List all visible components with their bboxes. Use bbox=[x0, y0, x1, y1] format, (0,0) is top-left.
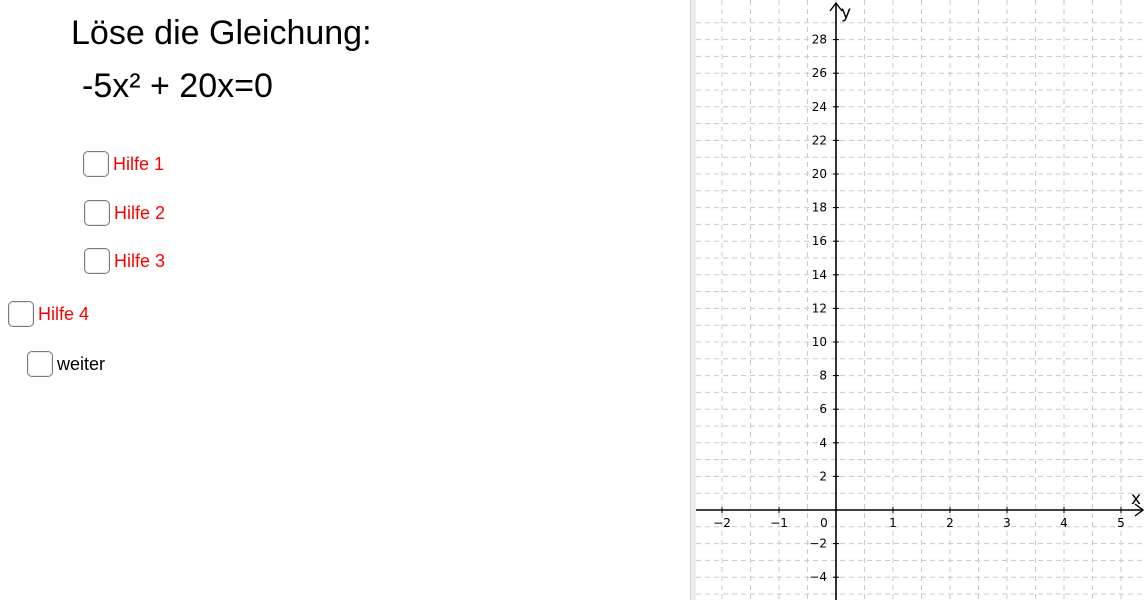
y-tick-label: −4 bbox=[809, 570, 827, 584]
y-tick-label: 14 bbox=[812, 268, 827, 282]
task-title: Löse die Gleichung: bbox=[71, 14, 372, 52]
y-tick-label: 8 bbox=[819, 369, 827, 383]
checkbox-hilfe-1[interactable]: Hilfe 1 bbox=[83, 151, 164, 177]
checkbox-box[interactable] bbox=[84, 200, 110, 226]
x-tick-label: 3 bbox=[1003, 516, 1011, 530]
y-tick-label: 4 bbox=[819, 436, 827, 450]
checkbox-label[interactable]: Hilfe 2 bbox=[114, 203, 165, 224]
y-axis-label: y bbox=[841, 3, 851, 23]
checkbox-hilfe-3[interactable]: Hilfe 3 bbox=[84, 248, 165, 274]
x-tick-label: −2 bbox=[713, 516, 731, 530]
y-tick-label: −2 bbox=[809, 537, 827, 551]
checkbox-label[interactable]: Hilfe 4 bbox=[38, 304, 89, 325]
coordinate-system[interactable]: xy−2 −1 0 1 2 3 4 5246810121416182022242628−2−4 bbox=[696, 0, 1145, 600]
y-tick-label: 28 bbox=[812, 33, 827, 47]
y-tick-label: 18 bbox=[812, 201, 827, 215]
graphics-view[interactable]: x y −2 −1 0 1 2 3 4 5 2 4 6 8 10 12 14 16 18 20 22 24 26 28 −2 −4 bbox=[696, 0, 1145, 600]
x-tick-label: 5 bbox=[1117, 516, 1125, 530]
y-tick-label: 26 bbox=[812, 66, 827, 80]
y-tick-label: 24 bbox=[812, 100, 827, 114]
x-tick-label: 0 bbox=[820, 516, 828, 530]
y-tick-label: 6 bbox=[819, 402, 827, 416]
checkbox-box[interactable] bbox=[84, 248, 110, 274]
checkbox-label[interactable]: weiter bbox=[57, 354, 105, 375]
x-axis-label: x bbox=[1131, 489, 1141, 509]
y-tick-label: 20 bbox=[812, 167, 827, 181]
x-tick-label: 4 bbox=[1060, 516, 1068, 530]
checkbox-box[interactable] bbox=[27, 351, 53, 377]
y-tick-label: 16 bbox=[812, 234, 827, 248]
checkbox-box[interactable] bbox=[8, 301, 34, 327]
checkbox-hilfe-2[interactable]: Hilfe 2 bbox=[84, 200, 165, 226]
y-tick-label: 2 bbox=[819, 469, 827, 483]
x-tick-label: 2 bbox=[946, 516, 954, 530]
x-tick-label: −1 bbox=[770, 516, 788, 530]
y-tick-label: 10 bbox=[812, 335, 827, 349]
algebra-panel: Löse die Gleichung: -5x² + 20x=0 Hilfe 1… bbox=[0, 0, 690, 600]
checkbox-hilfe-4[interactable]: Hilfe 4 bbox=[8, 301, 89, 327]
y-tick-label: 22 bbox=[812, 133, 827, 147]
y-tick-label: 12 bbox=[812, 301, 827, 315]
checkbox-label[interactable]: Hilfe 3 bbox=[114, 251, 165, 272]
checkbox-weiter[interactable]: weiter bbox=[27, 351, 105, 377]
checkbox-label[interactable]: Hilfe 1 bbox=[113, 154, 164, 175]
x-tick-label: 1 bbox=[889, 516, 897, 530]
task-equation: -5x² + 20x=0 bbox=[82, 67, 273, 105]
checkbox-box[interactable] bbox=[83, 151, 109, 177]
